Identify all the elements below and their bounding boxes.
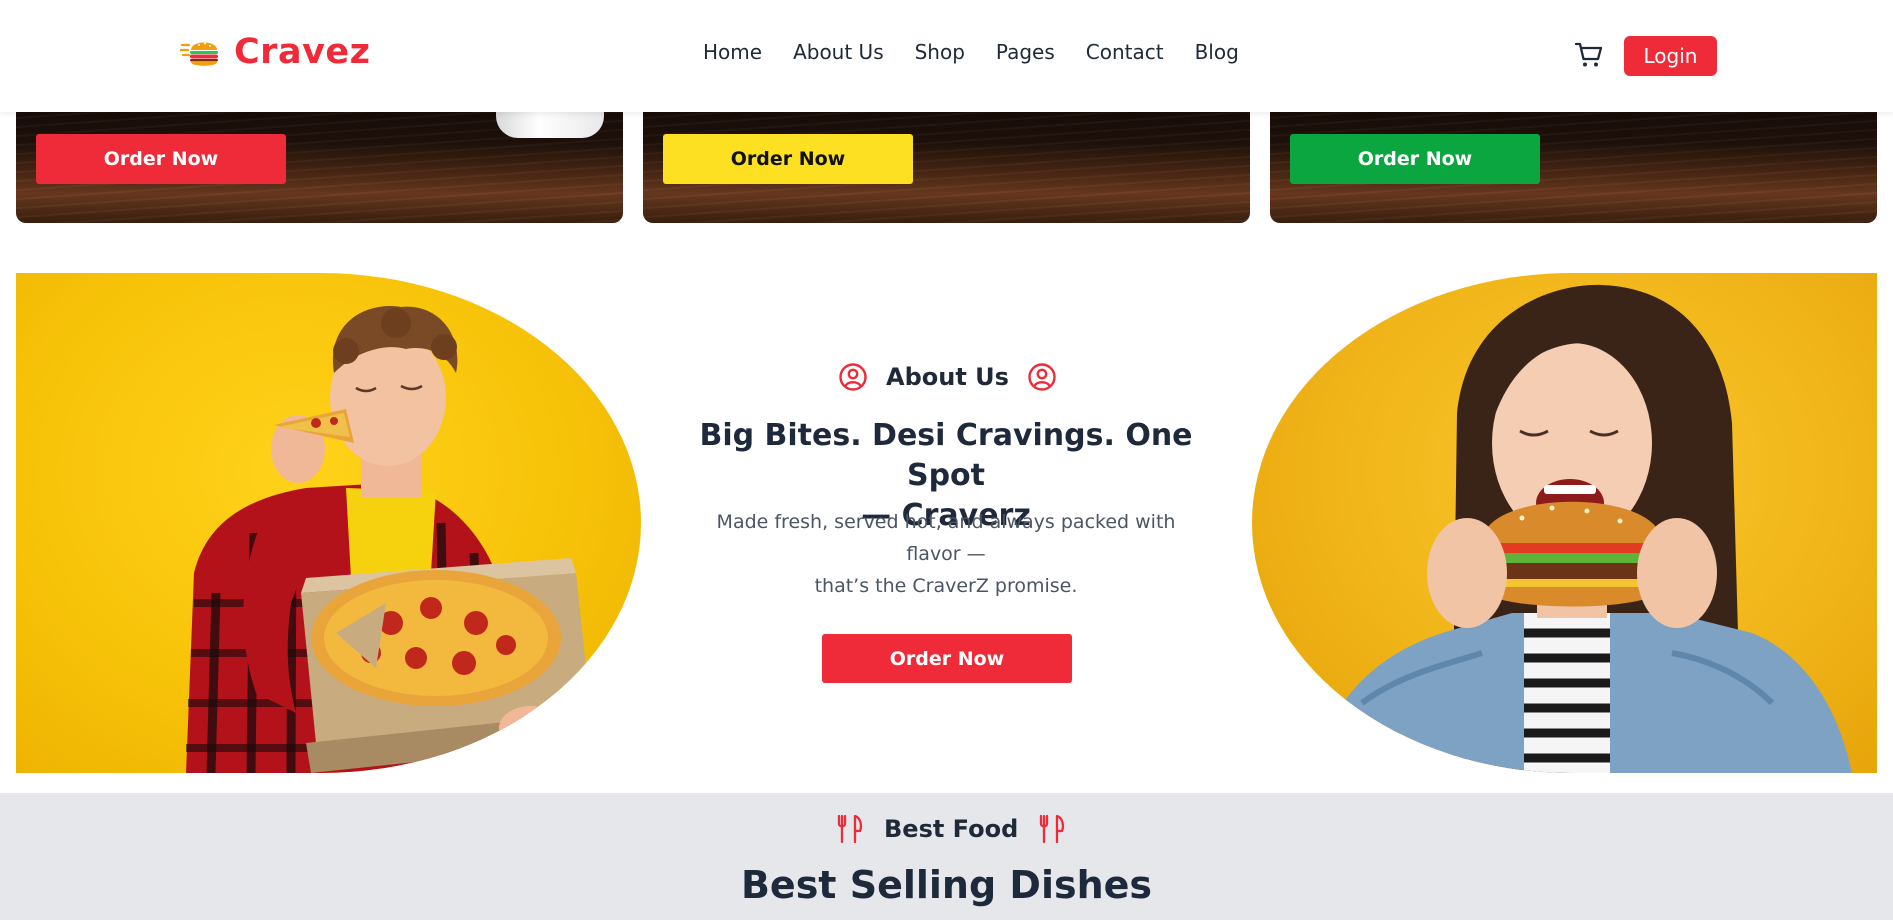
nav-contact[interactable]: Contact [1086, 40, 1164, 64]
about-tag-label: About Us [886, 363, 1009, 391]
best-food-section: Best Food Best Selling Dishes [0, 793, 1893, 920]
fork-knife-icon [837, 814, 863, 844]
fork-knife-icon [1040, 814, 1065, 844]
best-food-tag-label: Best Food [884, 815, 1019, 843]
cart-icon[interactable] [1574, 40, 1604, 70]
nav-pages[interactable]: Pages [996, 40, 1055, 64]
about-photo-burger [1252, 273, 1877, 773]
man-eating-pizza-illustration [186, 306, 596, 773]
about-desc-line-3: that’s the CraverZ promise. [814, 575, 1078, 597]
page: Cravez Home About Us Shop Pages Contact … [0, 0, 1893, 920]
user-circle-icon [839, 363, 867, 391]
about-desc-line-1: Made fresh, served hot, and always packe… [716, 511, 1176, 533]
site-header: Cravez Home About Us Shop Pages Contact … [0, 0, 1893, 112]
nav-about-us[interactable]: About Us [793, 40, 884, 64]
logo[interactable]: Cravez [180, 32, 371, 72]
burger-logo-icon [180, 42, 218, 66]
main-nav: Home About Us Shop Pages Contact Blog [703, 40, 1239, 64]
about-desc-line-2: flavor — [906, 543, 986, 565]
promo-2-order-button[interactable]: Order Now [663, 134, 913, 184]
login-button[interactable]: Login [1624, 36, 1717, 76]
about-tag-row: About Us [838, 362, 1057, 392]
about-description: Made fresh, served hot, and always packe… [690, 506, 1202, 602]
about-order-button[interactable]: Order Now [822, 634, 1072, 683]
nav-shop[interactable]: Shop [915, 40, 965, 64]
nav-blog[interactable]: Blog [1195, 40, 1239, 64]
nav-home[interactable]: Home [703, 40, 762, 64]
logo-text: Cravez [234, 32, 371, 72]
about-photo-pizza [16, 273, 641, 773]
about-title-line-1: Big Bites. Desi Cravings. One Spot [699, 418, 1193, 493]
best-food-tag-row: Best Food [836, 814, 1066, 844]
promo-1-order-button[interactable]: Order Now [36, 134, 286, 184]
woman-eating-burger-illustration [1312, 284, 1852, 773]
best-selling-title: Best Selling Dishes [740, 863, 1153, 907]
user-circle-icon [1028, 363, 1056, 391]
promo-3-order-button[interactable]: Order Now [1290, 134, 1540, 184]
